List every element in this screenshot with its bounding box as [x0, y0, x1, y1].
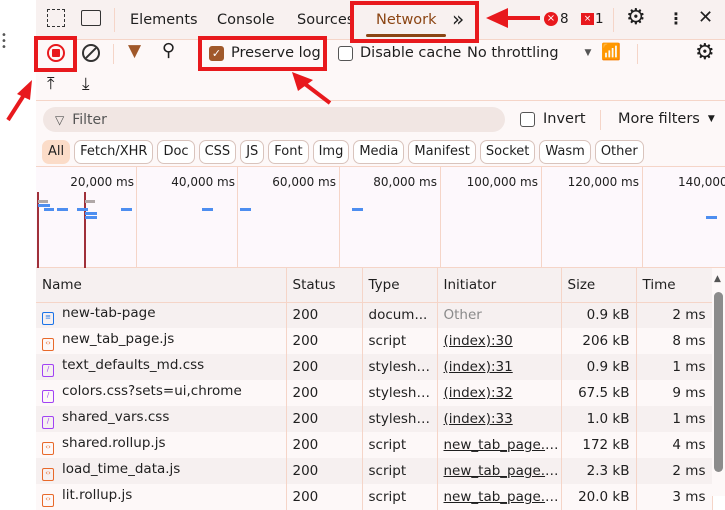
annotation-arrows — [6, 8, 540, 122]
